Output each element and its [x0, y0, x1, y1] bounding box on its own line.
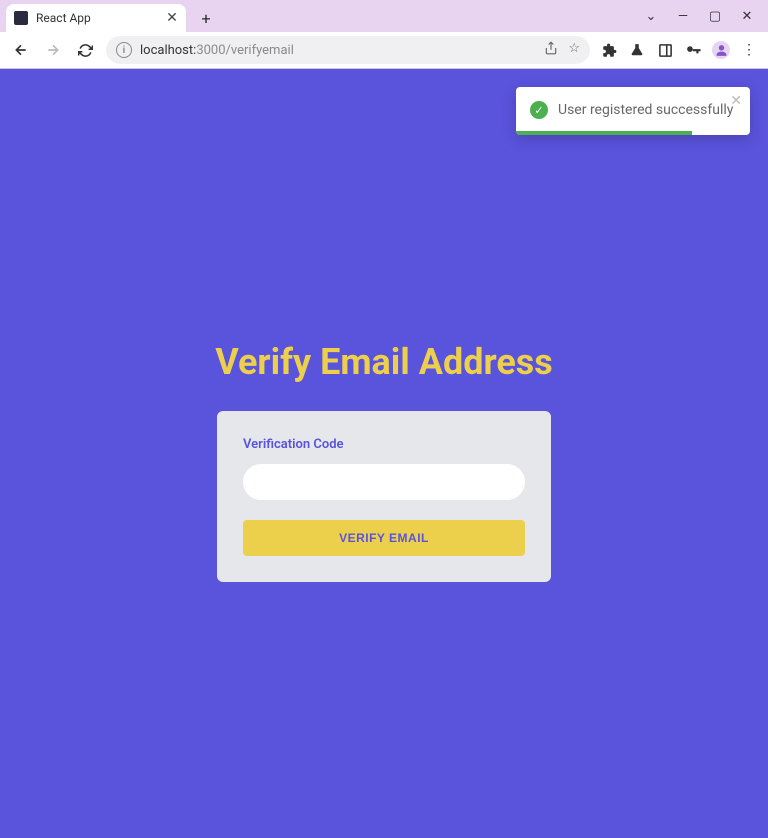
verification-code-input[interactable] [243, 464, 525, 500]
new-tab-button[interactable]: + [194, 6, 218, 30]
close-tab-icon[interactable]: ✕ [166, 12, 178, 24]
browser-chrome: React App ✕ + ⌄ — ▢ ✕ i localhost:3000/v… [0, 0, 768, 69]
share-icon[interactable] [544, 41, 558, 59]
address-bar-actions: ☆ [544, 41, 580, 59]
forward-button[interactable] [42, 39, 64, 61]
success-check-icon: ✓ [530, 101, 548, 119]
flask-icon[interactable] [628, 41, 646, 59]
panel-icon[interactable] [656, 41, 674, 59]
tab-strip: React App ✕ + [0, 0, 644, 32]
minimize-icon[interactable]: — [676, 9, 690, 24]
chevron-down-icon[interactable]: ⌄ [644, 9, 658, 24]
key-icon[interactable] [684, 41, 702, 59]
address-bar[interactable]: i localhost:3000/verifyemail ☆ [106, 36, 590, 64]
favicon-icon [14, 11, 28, 25]
active-tab[interactable]: React App ✕ [6, 4, 186, 32]
code-field-label: Verification Code [243, 437, 525, 452]
titlebar: React App ✕ + ⌄ — ▢ ✕ [0, 0, 768, 32]
page-content: ✓ User registered successfully ✕ Verify … [0, 69, 768, 838]
bookmark-star-icon[interactable]: ☆ [568, 41, 580, 59]
back-button[interactable] [10, 39, 32, 61]
close-window-icon[interactable]: ✕ [740, 9, 754, 24]
toast-message: User registered successfully [558, 102, 736, 118]
toast-progress-bar [516, 131, 692, 135]
main-content: Verify Email Address Verification Code V… [0, 69, 768, 582]
reload-button[interactable] [74, 39, 96, 61]
page-heading: Verify Email Address [215, 341, 553, 383]
window-controls: ⌄ — ▢ ✕ [644, 9, 760, 24]
site-info-icon[interactable]: i [116, 42, 132, 58]
verify-card: Verification Code VERIFY EMAIL [217, 411, 551, 582]
menu-dots-icon[interactable]: ⋮ [740, 41, 758, 59]
toolbar-actions: ⋮ [600, 41, 758, 59]
tab-title: React App [36, 11, 158, 25]
maximize-icon[interactable]: ▢ [708, 9, 722, 24]
success-toast: ✓ User registered successfully ✕ [516, 87, 750, 135]
toast-close-icon[interactable]: ✕ [730, 93, 742, 109]
toolbar: i localhost:3000/verifyemail ☆ [0, 32, 768, 68]
extensions-icon[interactable] [600, 41, 618, 59]
profile-avatar-icon[interactable] [712, 41, 730, 59]
verify-email-button[interactable]: VERIFY EMAIL [243, 520, 525, 556]
url-text: localhost:3000/verifyemail [140, 43, 294, 58]
